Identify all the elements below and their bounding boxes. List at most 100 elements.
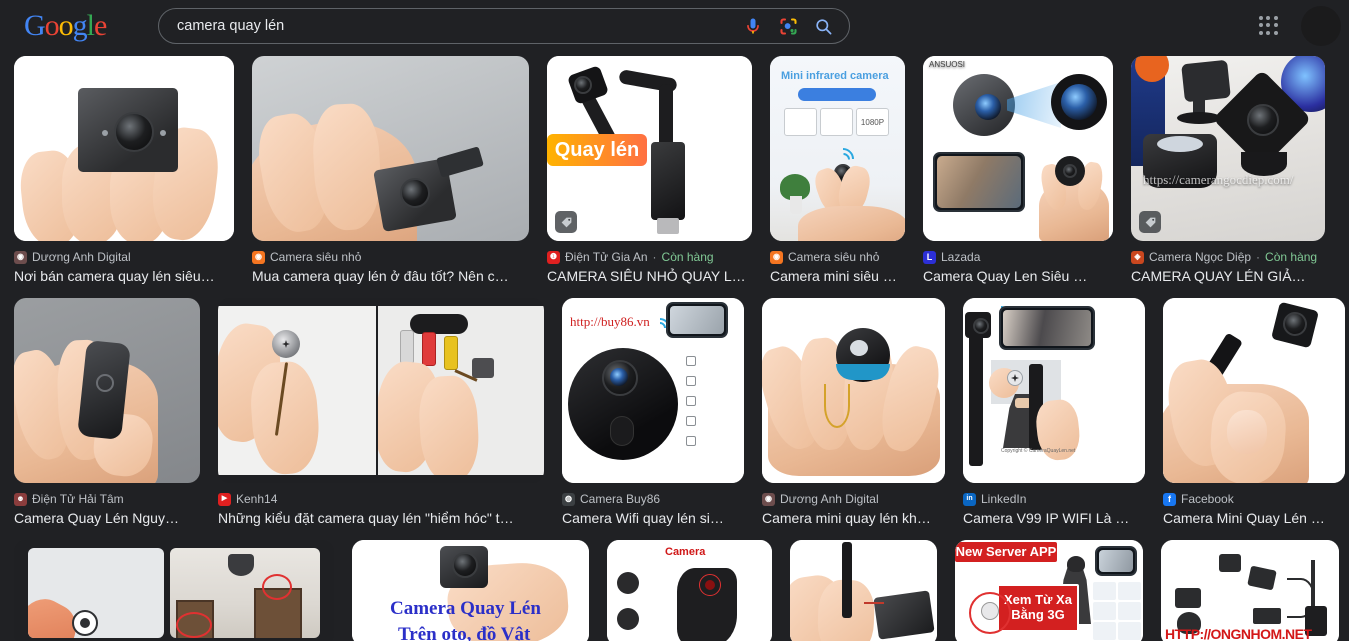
favicon-icon: in xyxy=(963,492,976,506)
grid-dot xyxy=(1266,30,1271,35)
result-thumbnail[interactable]: Camera xyxy=(607,540,772,641)
source-name: LinkedIn xyxy=(981,492,1027,506)
source-name: Facebook xyxy=(1181,492,1234,506)
result-thumbnail[interactable] xyxy=(252,56,529,241)
results-row: ◉ Dương Anh Digital Nơi bán camera quay … xyxy=(14,56,1335,285)
overlay-badge: New Server APP xyxy=(955,542,1057,562)
result-thumbnail[interactable]: Quay lén xyxy=(547,56,752,241)
google-logo[interactable]: Google xyxy=(24,11,107,41)
result-thumbnail[interactable]: http://buy86.vn xyxy=(562,298,744,483)
grid-dot xyxy=(1273,23,1278,28)
image-result-card[interactable]: New Server APP Xem Từ Xa Bằng 3G xyxy=(955,540,1143,641)
image-result-card[interactable]: ◉ Dương Anh Digital Nơi bán camera quay … xyxy=(14,56,234,285)
result-meta: ◉ Dương Anh Digital Camera mini quay lén… xyxy=(762,492,945,527)
result-meta: ◉ Dương Anh Digital Nơi bán camera quay … xyxy=(14,250,234,285)
image-result-card[interactable]: Camera xyxy=(607,540,772,641)
result-title[interactable]: Camera Quay Lén Nguy… xyxy=(14,509,200,527)
image-result-card[interactable]: ▶ Kenh14 Những kiểu đặt camera quay lén … xyxy=(218,298,544,527)
result-thumbnail[interactable] xyxy=(762,298,945,483)
result-title[interactable]: Mua camera quay lén ở đâu tốt? Nên c… xyxy=(252,267,529,285)
image-result-card[interactable]: Mini infrared camera 1080P ◉ Camera siêu… xyxy=(770,56,905,285)
image-result-card[interactable]: HTTP://ONGNHOM.NET xyxy=(1161,540,1339,641)
source-name: Camera Buy86 xyxy=(580,492,661,506)
results-row-partial: Camera Quay Lén Trên oto, đồ Vật Camera xyxy=(14,540,1339,641)
result-source: ◉ Dương Anh Digital xyxy=(14,250,234,264)
overlay-title: Camera Quay Lén xyxy=(390,598,541,619)
grid-dot xyxy=(1259,16,1263,20)
source-name: Kenh14 xyxy=(236,492,278,506)
overlay-title: Mini infrared camera xyxy=(781,70,889,82)
favicon-icon: f xyxy=(1163,492,1176,506)
watermark: https://camerangocdiep.com/ xyxy=(1143,172,1294,187)
result-title[interactable]: Nơi bán camera quay lén siêu… xyxy=(14,267,234,285)
source-name: Dương Anh Digital xyxy=(32,250,131,264)
image-result-card[interactable]: Quay lén ❶ Điện Tử Gia An · Còn hàng CAM… xyxy=(547,56,752,285)
image-result-card[interactable]: ☻ Điện Tử Hải Tâm Camera Quay Lén Nguy… xyxy=(14,298,200,527)
result-title[interactable]: CAMERA SIÊU NHỎ QUAY L… xyxy=(547,267,752,285)
favicon-icon: ◈ xyxy=(1131,250,1144,264)
image-result-card[interactable]: f Facebook Camera Mini Quay Lén … xyxy=(1163,298,1345,527)
grid-dot xyxy=(1266,23,1271,28)
result-source: in LinkedIn xyxy=(963,492,1145,506)
google-lens-icon[interactable] xyxy=(776,14,800,38)
product-tag-icon xyxy=(555,211,577,233)
result-thumbnail[interactable] xyxy=(218,298,544,483)
result-thumbnail[interactable]: https://camerangocdiep.com/ xyxy=(1131,56,1325,241)
result-title[interactable]: Camera mini siêu … xyxy=(770,267,905,285)
result-source: ◉ Camera siêu nhỏ xyxy=(252,250,529,264)
result-meta: ◉ Camera siêu nhỏ Camera mini siêu … xyxy=(770,250,905,285)
stock-status: Còn hàng xyxy=(1265,250,1318,264)
favicon-icon: ◍ xyxy=(562,492,575,506)
result-thumbnail[interactable] xyxy=(14,298,200,483)
result-title[interactable]: Camera V99 IP WIFI Là … xyxy=(963,509,1145,527)
result-thumbnail[interactable]: New Server APP Xem Từ Xa Bằng 3G xyxy=(955,540,1143,641)
result-thumbnail[interactable] xyxy=(790,540,937,641)
result-meta: f Facebook Camera Mini Quay Lén … xyxy=(1163,492,1345,527)
source-name: Điện Tử Hải Tâm xyxy=(32,492,124,506)
source-name: Camera Ngọc Diệp xyxy=(1149,250,1252,264)
page-header: Google xyxy=(0,0,1349,52)
result-title[interactable]: Camera Mini Quay Lén … xyxy=(1163,509,1345,527)
image-result-card[interactable]: https://camerangocdiep.com/ ◈ Camera Ngọ… xyxy=(1131,56,1325,285)
image-result-card[interactable]: Copyright © CameraQuayLen.net in LinkedI… xyxy=(963,298,1145,527)
favicon-icon: ◉ xyxy=(762,492,775,506)
image-results-grid: ◉ Dương Anh Digital Nơi bán camera quay … xyxy=(0,56,1349,641)
overlay-watermark: HTTP://ONGNHOM.NET xyxy=(1165,626,1312,641)
search-icon[interactable] xyxy=(811,14,835,38)
result-thumbnail[interactable]: Copyright © CameraQuayLen.net xyxy=(963,298,1145,483)
watermark: http://buy86.vn xyxy=(570,314,650,329)
avatar[interactable] xyxy=(1301,6,1341,46)
overlay-subtitle: Trên oto, đồ Vật xyxy=(398,624,531,641)
result-thumbnail[interactable]: HTTP://ONGNHOM.NET xyxy=(1161,540,1339,641)
source-name: Lazada xyxy=(941,250,981,264)
result-thumbnail[interactable] xyxy=(14,56,234,241)
image-result-card[interactable] xyxy=(14,540,334,641)
result-thumbnail[interactable] xyxy=(1163,298,1345,483)
image-result-card[interactable]: ANSUOSI L Lazada Camera Quay Len Siêu … xyxy=(923,56,1113,285)
favicon-icon: ▶ xyxy=(218,492,231,506)
image-result-card[interactable]: http://buy86.vn ◍ Camera Buy86 Camera Wi… xyxy=(562,298,744,527)
product-tag-icon xyxy=(1139,211,1161,233)
microphone-icon[interactable] xyxy=(741,14,765,38)
stock-status: Còn hàng xyxy=(661,250,714,264)
result-meta: ◉ Camera siêu nhỏ Mua camera quay lén ở … xyxy=(252,250,529,285)
search-bar[interactable] xyxy=(158,8,850,44)
result-title[interactable]: CAMERA QUAY LÉN GIẢ… xyxy=(1131,267,1325,285)
result-thumbnail[interactable]: Mini infrared camera 1080P xyxy=(770,56,905,241)
result-thumbnail[interactable] xyxy=(14,540,334,641)
image-result-card[interactable] xyxy=(790,540,937,641)
image-result-card[interactable]: Camera Quay Lén Trên oto, đồ Vật xyxy=(352,540,589,641)
image-result-card[interactable]: ◉ Dương Anh Digital Camera mini quay lén… xyxy=(762,298,945,527)
result-title[interactable]: Camera Wifi quay lén si… xyxy=(562,509,744,527)
result-title[interactable]: Những kiểu đặt camera quay lén "hiểm hóc… xyxy=(218,509,544,527)
result-title[interactable]: Camera Quay Len Siêu … xyxy=(923,267,1113,285)
result-title[interactable]: Camera mini quay lén kh… xyxy=(762,509,945,527)
search-input[interactable] xyxy=(177,9,730,43)
grid-dot xyxy=(1273,30,1278,35)
result-thumbnail[interactable]: Camera Quay Lén Trên oto, đồ Vật xyxy=(352,540,589,641)
result-thumbnail[interactable]: ANSUOSI xyxy=(923,56,1113,241)
overlay-badge: Quay lén xyxy=(547,134,647,166)
google-apps-grid-icon[interactable] xyxy=(1257,14,1281,38)
image-result-card[interactable]: ◉ Camera siêu nhỏ Mua camera quay lén ở … xyxy=(252,56,529,285)
source-name: Điện Tử Gia An xyxy=(565,250,648,264)
